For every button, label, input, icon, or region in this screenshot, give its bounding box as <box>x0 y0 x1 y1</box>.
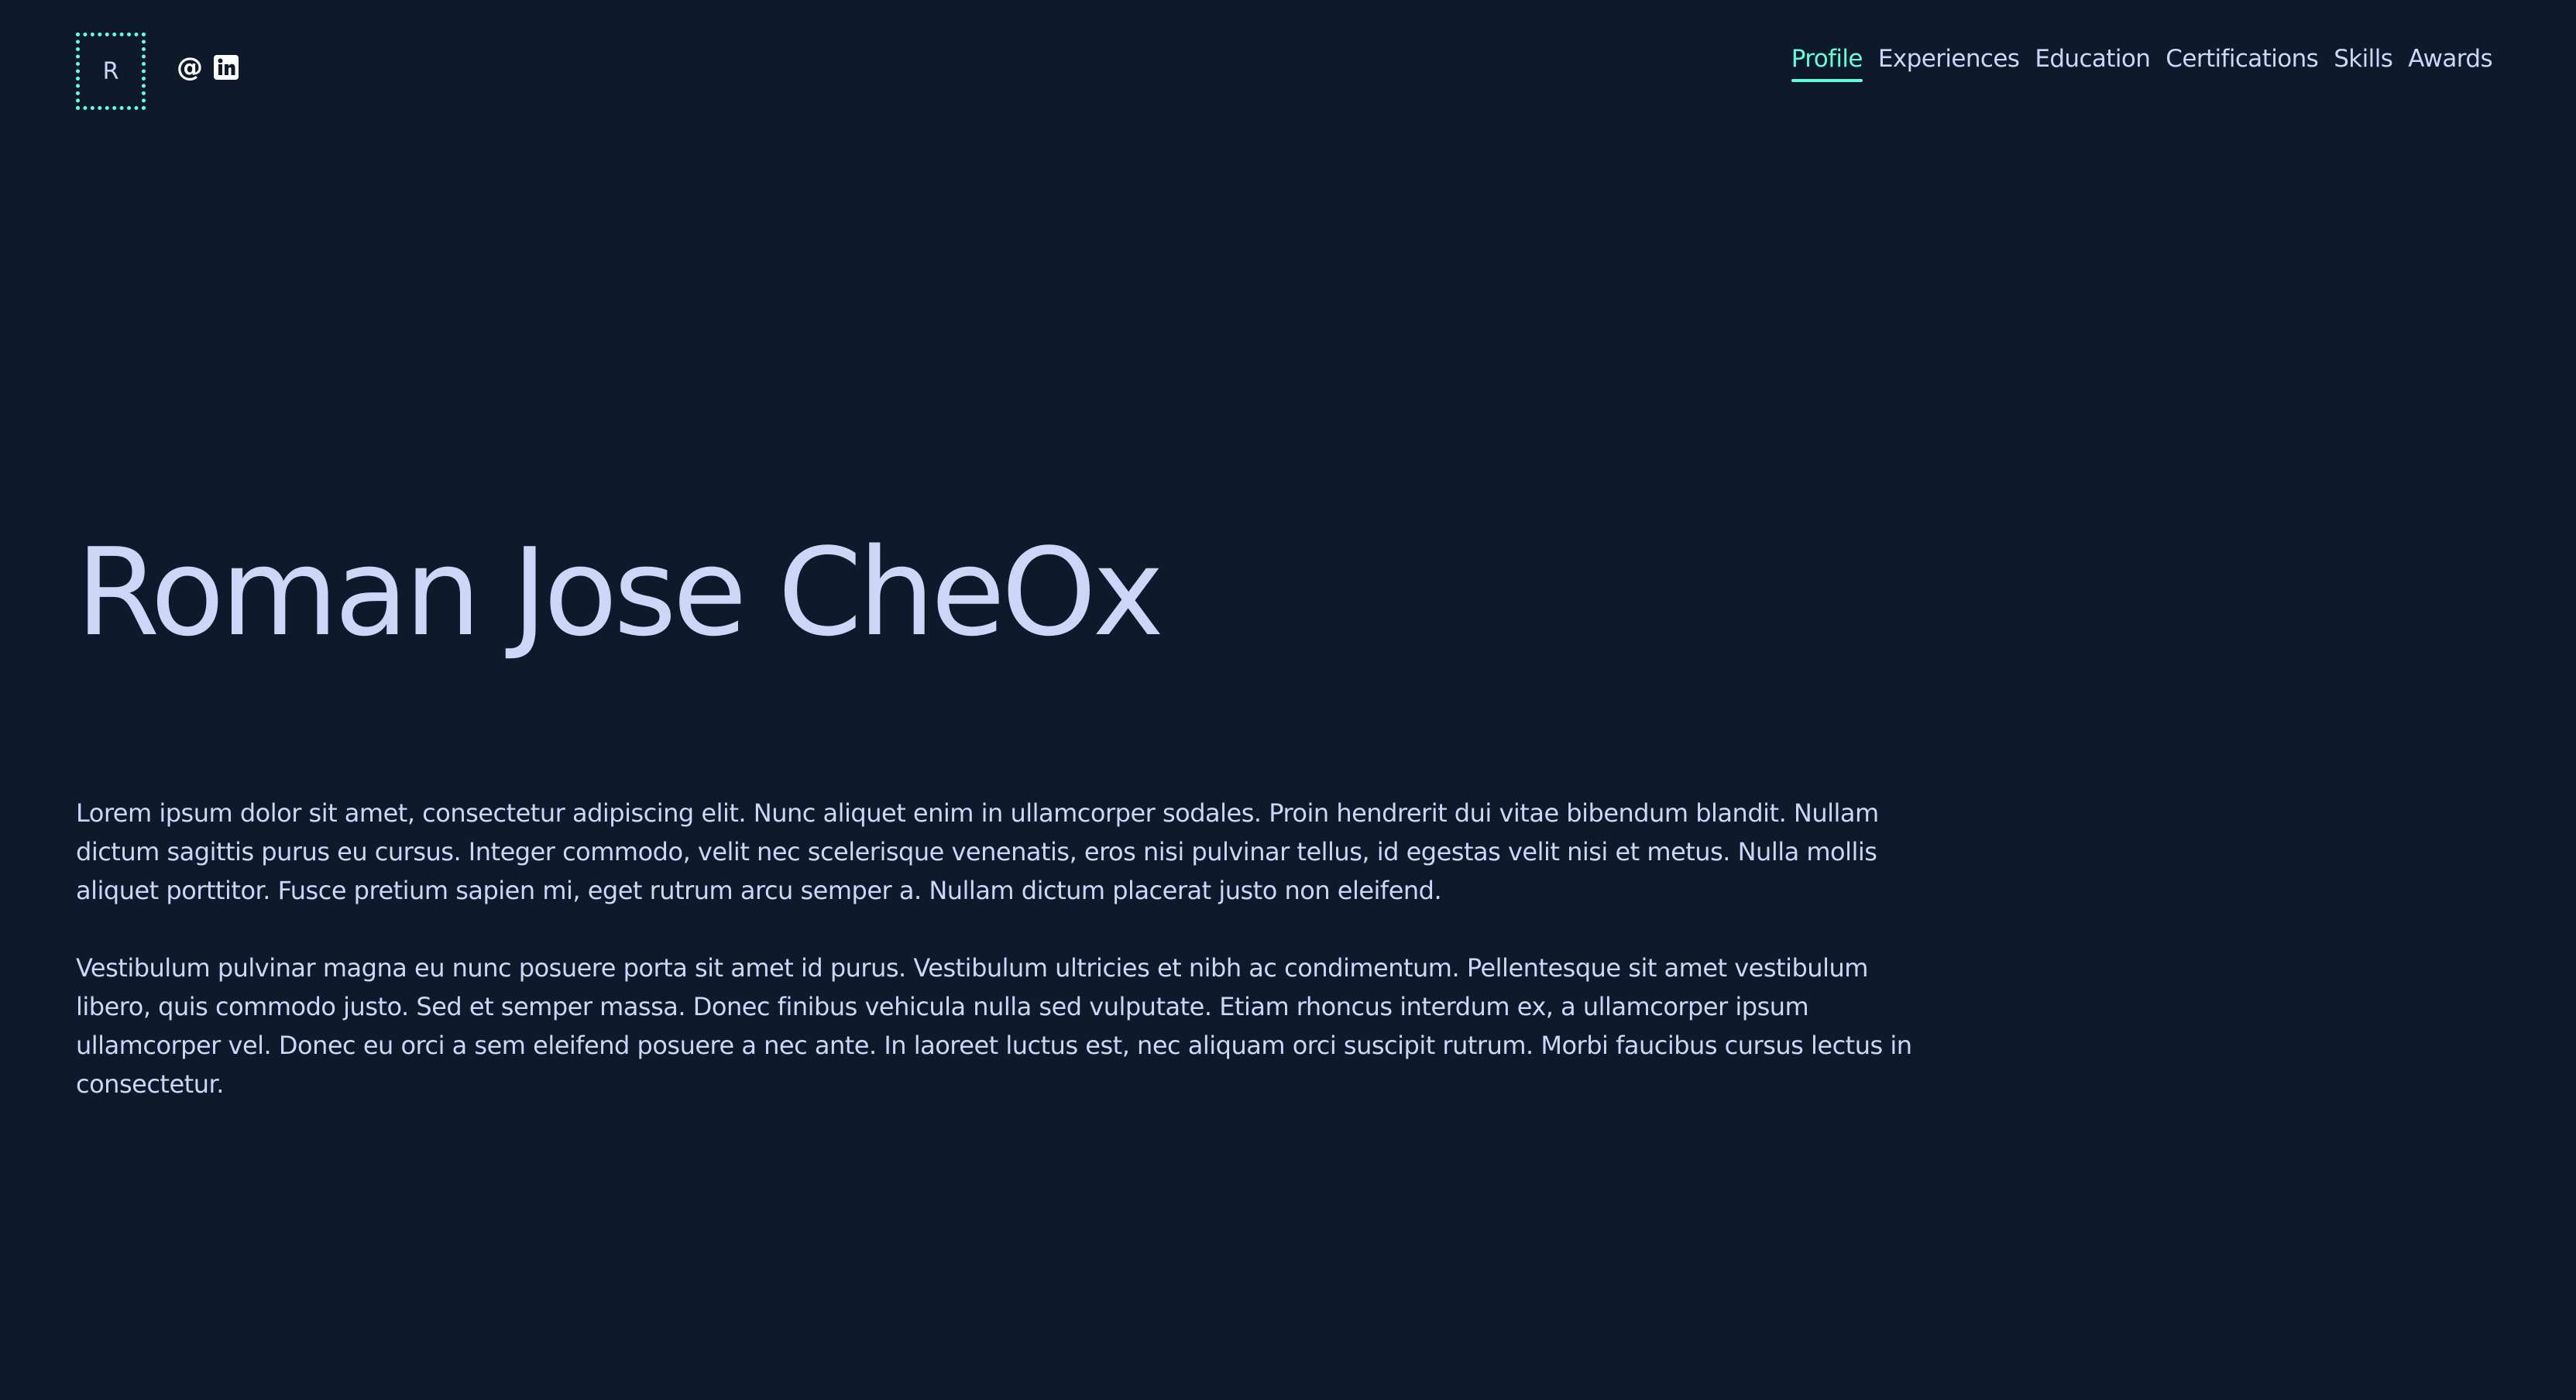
nav-certifications[interactable]: Certifications <box>2166 45 2319 94</box>
social-links: @ <box>177 53 239 82</box>
bio-paragraph: Lorem ipsum dolor sit amet, consectetur … <box>76 798 1879 905</box>
main-nav: Profile Experiences Education Certificat… <box>1791 45 2493 94</box>
logo-letter: R <box>102 57 119 85</box>
hero-name: Roman Jose CheOx <box>76 522 1164 663</box>
nav-education[interactable]: Education <box>2035 45 2151 94</box>
linkedin-link[interactable] <box>214 55 239 80</box>
logo-link[interactable]: R <box>76 33 146 110</box>
site-header: R @ Profile Experiences Education Certif… <box>0 0 2576 132</box>
nav-experiences[interactable]: Experiences <box>1878 45 2020 94</box>
bio-paragraph: Vestibulum pulvinar magna eu nunc posuer… <box>76 953 1912 1099</box>
linkedin-icon <box>214 55 239 80</box>
nav-awards[interactable]: Awards <box>2408 45 2492 94</box>
nav-skills[interactable]: Skills <box>2334 45 2393 94</box>
nav-profile[interactable]: Profile <box>1791 45 1863 94</box>
at-icon: @ <box>177 52 203 83</box>
bio-section: Lorem ipsum dolor sit amet, consectetur … <box>76 794 1950 1142</box>
email-link[interactable]: @ <box>177 53 203 82</box>
